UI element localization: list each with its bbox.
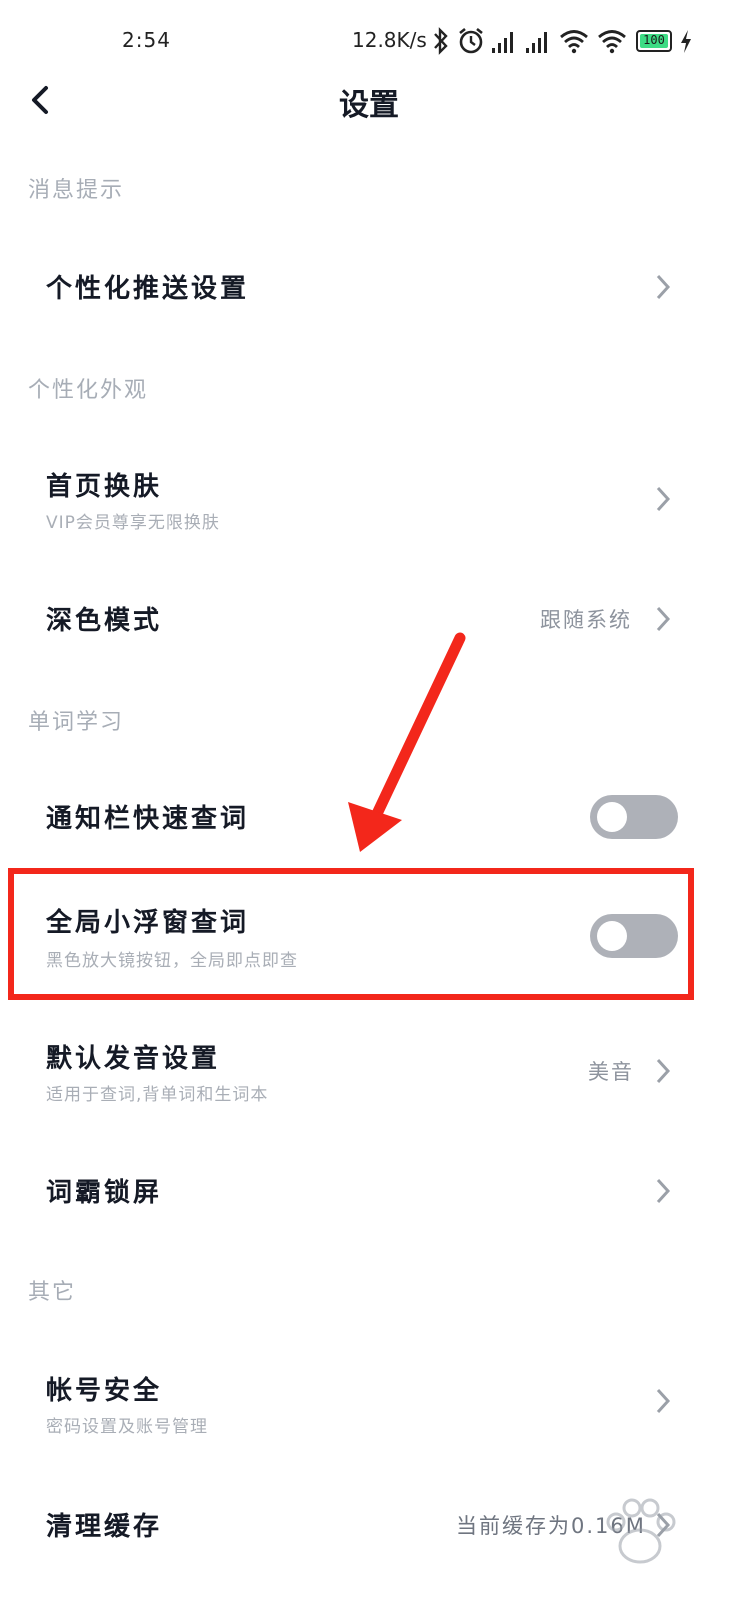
chevron-right-icon: [656, 606, 671, 632]
page-title: 设置: [339, 88, 399, 123]
wifi-icon: [598, 30, 626, 54]
toggle-knob: [597, 802, 627, 832]
chevron-right-icon: [656, 486, 671, 512]
settings-row-skin[interactable]: 首页换肤 VIP会员尊享无限换肤: [0, 450, 738, 550]
wifi-icon: [560, 30, 588, 54]
paw-watermark-icon: [606, 1498, 676, 1564]
notify-lookup-title: 通知栏快速查词: [46, 804, 250, 834]
section-label-notifications: 消息提示: [28, 178, 125, 203]
settings-row-pronunciation[interactable]: 默认发音设置 适用于查词,背单词和生词本 美音: [0, 1024, 738, 1124]
signal-icon: [492, 32, 513, 53]
clear-cache-title: 清理缓存: [46, 1512, 163, 1542]
chevron-right-icon: [656, 1058, 671, 1084]
chevron-right-icon: [656, 1388, 671, 1414]
settings-row-lockscreen[interactable]: 词霸锁屏: [0, 1146, 738, 1236]
notify-lookup-toggle[interactable]: [590, 795, 678, 839]
signal-icon: [526, 32, 547, 53]
dark-mode-value: 跟随系统: [540, 608, 632, 632]
chevron-right-icon: [656, 1178, 671, 1204]
battery-icon: 100: [636, 30, 672, 52]
bluetooth-icon: [434, 27, 448, 55]
charging-icon: [681, 30, 691, 53]
settings-row-push[interactable]: 个性化推送设置: [0, 240, 738, 336]
pronunciation-subtitle: 适用于查词,背单词和生词本: [46, 1085, 269, 1105]
battery-level: 100: [643, 33, 665, 47]
skin-title: 首页换肤: [46, 472, 163, 502]
section-label-appearance: 个性化外观: [28, 378, 149, 403]
dark-mode-title: 深色模式: [46, 606, 163, 636]
pronunciation-value: 美音: [588, 1060, 634, 1084]
status-time: 2:54: [122, 28, 171, 52]
network-speed: 12.8K/s: [352, 28, 427, 52]
pronunciation-title: 默认发音设置: [46, 1044, 221, 1074]
account-title: 帐号安全: [46, 1376, 163, 1406]
alarm-icon: [459, 27, 483, 54]
account-subtitle: 密码设置及账号管理: [46, 1417, 208, 1437]
section-label-word-learning: 单词学习: [28, 710, 125, 735]
lockscreen-title: 词霸锁屏: [46, 1178, 163, 1208]
annotation-highlight-box: [8, 868, 694, 1000]
chevron-right-icon: [656, 274, 671, 300]
push-settings-title: 个性化推送设置: [46, 274, 250, 304]
skin-subtitle: VIP会员尊享无限换肤: [46, 513, 220, 533]
annotation-arrow: [348, 632, 466, 852]
status-bar: 2:54 12.8K/s 100: [0, 0, 738, 80]
settings-row-account[interactable]: 帐号安全 密码设置及账号管理: [0, 1356, 738, 1456]
section-label-other: 其它: [28, 1280, 77, 1305]
